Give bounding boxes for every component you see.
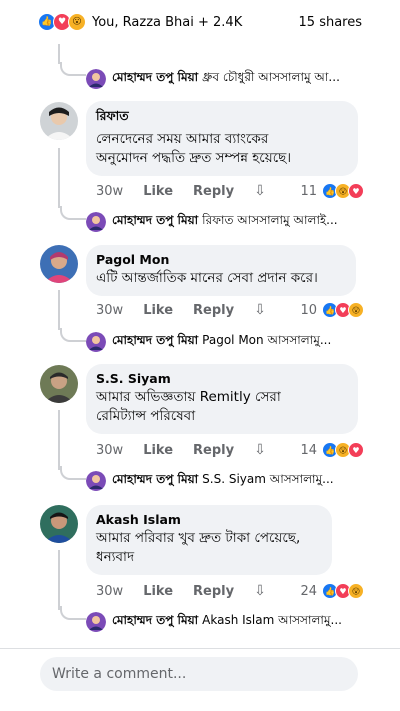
- share-icon[interactable]: ⇩: [254, 183, 266, 199]
- reaction-icons: 👍 ♥ 😮: [322, 302, 364, 318]
- reply-button[interactable]: Reply: [193, 303, 234, 318]
- reaction-icons: 👍 😮 ♥: [322, 442, 364, 458]
- comment-text-line: লেনদেনের সময় আমার ব্যাংকের: [96, 131, 269, 147]
- comment-actions: 30w Like Reply ⇩ 14 👍 😮 ♥: [96, 440, 364, 460]
- comment-text-line: আমার অভিজ্ঞতায় Remitly সেরা: [96, 389, 281, 405]
- reply-connector: [60, 328, 86, 342]
- thread-line: [58, 148, 60, 208]
- reply-avatar: [86, 612, 106, 632]
- reply-button[interactable]: Reply: [193, 443, 234, 458]
- reaction-icons: 👍 ♥ 😮: [38, 13, 86, 31]
- reply-avatar: [86, 212, 106, 232]
- comment-author[interactable]: Pagol Mon: [96, 252, 346, 267]
- reply-text: রিফাত আসসালামু আলাই...: [202, 213, 338, 227]
- comment-input[interactable]: [40, 657, 358, 691]
- thread-line: [58, 410, 60, 470]
- reply-author[interactable]: মোহাম্মদ তপু মিয়া: [112, 212, 198, 232]
- reply-author[interactable]: মোহাম্মদ তপু মিয়া: [112, 471, 198, 491]
- comment-text-line: আমার পরিবার খুব দ্রুত টাকা পেয়েছে,: [96, 530, 301, 546]
- comment-time[interactable]: 30w: [96, 184, 123, 199]
- reaction-count-value: 14: [300, 442, 317, 458]
- reply-connector: [60, 466, 86, 480]
- reply-connector: [60, 206, 86, 220]
- reply-text: ধ্রুব চৌধুরী আসসালামু আ...: [202, 70, 340, 84]
- comment-actions: 30w Like Reply ⇩ 10 👍 ♥ 😮: [96, 300, 364, 320]
- comment-text-line: অনুমোদন পদ্ধতি দ্রুত সম্পন্ন হয়েছে।: [96, 150, 292, 166]
- reply-preview[interactable]: মোহাম্মদ তপু মিয়া Akash Islam আসসালামু.…: [86, 611, 366, 633]
- comment-bubble: S.S. Siyam আমার অভিজ্ঞতায় Remitly সেরা …: [86, 364, 358, 434]
- reply-text: S.S. Siyam আসসালামু...: [202, 472, 334, 486]
- avatar[interactable]: [40, 245, 78, 283]
- reply-connector: [60, 62, 86, 76]
- comment-composer-bar: [0, 648, 400, 711]
- avatar[interactable]: [40, 505, 78, 543]
- comment-time[interactable]: 30w: [96, 584, 123, 599]
- reactors-text: You, Razza Bhai + 2.4K: [92, 14, 243, 30]
- comment-actions: 30w Like Reply ⇩ 11 👍 😮 ♥: [96, 181, 364, 201]
- reply-text: Akash Islam আসসালামু...: [202, 613, 342, 627]
- reply-preview[interactable]: মোহাম্মদ তপু মিয়া রিফাত আসসালামু আলাই..…: [86, 211, 366, 233]
- reply-preview[interactable]: মোহাম্মদ তপু মিয়া S.S. Siyam আসসালামু..…: [86, 470, 366, 492]
- like-button[interactable]: Like: [143, 584, 173, 599]
- reaction-icons: 👍 ♥ 😮: [322, 583, 364, 599]
- like-button[interactable]: Like: [143, 303, 173, 318]
- wow-icon: 😮: [348, 302, 364, 318]
- reply-button[interactable]: Reply: [193, 584, 234, 599]
- reaction-icons: 👍 😮 ♥: [322, 183, 364, 199]
- reply-avatar: [86, 69, 106, 89]
- reaction-count-value: 11: [300, 183, 317, 199]
- comment-bubble: রিফাত লেনদেনের সময় আমার ব্যাংকের অনুমোদ…: [86, 101, 358, 176]
- share-icon[interactable]: ⇩: [254, 583, 266, 599]
- comment-bubble: Pagol Mon এটি আন্তর্জাতিক মানের সেবা প্র…: [86, 245, 356, 296]
- reply-author[interactable]: মোহাম্মদ তপু মিয়া: [112, 69, 198, 89]
- reactions-summary[interactable]: 👍 ♥ 😮 You, Razza Bhai + 2.4K: [38, 13, 242, 31]
- share-icon[interactable]: ⇩: [254, 442, 266, 458]
- reaction-count-value: 10: [300, 302, 317, 318]
- thread-line: [58, 290, 60, 330]
- reactions-bar: 👍 ♥ 😮 You, Razza Bhai + 2.4K 15 shares: [0, 0, 400, 44]
- shares-count[interactable]: 15 shares: [299, 15, 362, 30]
- reply-preview[interactable]: মোহাম্মদ তপু মিয়া Pagol Mon আসসালামু...: [86, 331, 366, 353]
- love-icon: ♥: [348, 442, 364, 458]
- wow-icon: 😮: [348, 583, 364, 599]
- comment-text-line: এটি আন্তর্জাতিক মানের সেবা প্রদান করে।: [96, 270, 318, 286]
- avatar[interactable]: [40, 102, 78, 140]
- reply-connector: [60, 606, 86, 620]
- share-icon[interactable]: ⇩: [254, 302, 266, 318]
- comment-time[interactable]: 30w: [96, 303, 123, 318]
- like-button[interactable]: Like: [143, 443, 173, 458]
- comment-bubble: Akash Islam আমার পরিবার খুব দ্রুত টাকা প…: [86, 505, 332, 575]
- reaction-count-value: 24: [300, 583, 317, 599]
- comment-time[interactable]: 30w: [96, 443, 123, 458]
- reply-author[interactable]: মোহাম্মদ তপু মিয়া: [112, 612, 198, 632]
- avatar[interactable]: [40, 365, 78, 403]
- comment-author[interactable]: Akash Islam: [96, 512, 322, 527]
- reply-preview[interactable]: মোহাম্মদ তপু মিয়া ধ্রুব চৌধুরী আসসালামু…: [86, 68, 366, 90]
- reply-author[interactable]: মোহাম্মদ তপু মিয়া: [112, 332, 198, 352]
- comment-author[interactable]: S.S. Siyam: [96, 371, 348, 386]
- wow-icon: 😮: [68, 13, 86, 31]
- like-button[interactable]: Like: [143, 184, 173, 199]
- reply-button[interactable]: Reply: [193, 184, 234, 199]
- reaction-count[interactable]: 24 👍 ♥ 😮: [300, 583, 364, 599]
- reply-text: Pagol Mon আসসালামু...: [202, 333, 332, 347]
- thread-line: [58, 44, 60, 64]
- love-icon: ♥: [348, 183, 364, 199]
- reply-avatar: [86, 471, 106, 491]
- reaction-count[interactable]: 11 👍 😮 ♥: [300, 183, 364, 199]
- reaction-count[interactable]: 14 👍 😮 ♥: [300, 442, 364, 458]
- comment-actions: 30w Like Reply ⇩ 24 👍 ♥ 😮: [96, 581, 364, 601]
- thread-line: [58, 550, 60, 610]
- reaction-count[interactable]: 10 👍 ♥ 😮: [300, 302, 364, 318]
- comment-author[interactable]: রিফাত: [96, 108, 348, 128]
- comment-text-line: ধন্যবাদ: [96, 549, 135, 565]
- reply-avatar: [86, 332, 106, 352]
- comment-text-line: রেমিট্যান্স পরিষেবা: [96, 408, 196, 424]
